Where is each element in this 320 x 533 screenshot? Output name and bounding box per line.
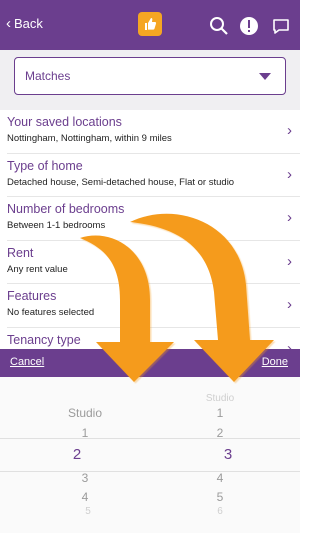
back-label: Back: [14, 16, 43, 31]
chevron-left-icon: ‹: [6, 15, 11, 32]
row-rent[interactable]: Rent Any rent value ›: [7, 241, 300, 284]
picker-max-option[interactable]: 1: [190, 406, 250, 420]
chevron-right-icon: ›: [287, 122, 292, 139]
selection-line-bottom: [0, 471, 300, 472]
done-button[interactable]: Done: [262, 356, 288, 368]
picker-max-option[interactable]: 2: [190, 426, 250, 440]
bedrooms-picker-wheel[interactable]: Studio 1 2 3 4 5 Studio 1 2 3 4 5 6: [0, 377, 300, 533]
picker-min-selected[interactable]: 2: [47, 446, 107, 463]
picker-min-option[interactable]: 3: [55, 471, 115, 485]
row-title: Tenancy type: [7, 332, 81, 347]
row-features[interactable]: Features No features selected ›: [7, 284, 300, 328]
picker-max-option[interactable]: Studio: [190, 393, 250, 404]
row-subtitle: Between 1-1 bedrooms: [7, 220, 106, 231]
picker-min-option[interactable]: 5: [58, 506, 118, 517]
picker-max-option[interactable]: 4: [190, 471, 250, 485]
cancel-button[interactable]: Cancel: [10, 356, 44, 368]
thumbs-up-icon: [145, 18, 157, 30]
row-type-of-home[interactable]: Type of home Detached house, Semi-detach…: [7, 154, 300, 197]
picker-toolbar: Cancel Done: [0, 349, 300, 377]
picker-max-option[interactable]: 5: [190, 490, 250, 504]
row-title: Type of home: [7, 158, 83, 173]
row-subtitle: Any rent value: [7, 263, 68, 275]
chevron-right-icon: ›: [287, 165, 292, 183]
row-number-of-bedrooms[interactable]: Number of bedrooms Between 1-1 bedrooms …: [7, 197, 300, 241]
selection-line-top: [0, 438, 300, 439]
matches-select[interactable]: Matches: [14, 57, 286, 95]
row-subtitle: No features selected: [7, 307, 95, 318]
chevron-right-icon: ›: [287, 296, 292, 313]
row-subtitle: Detached house, Semi-detached house, Fla…: [7, 176, 235, 188]
picker-min-option[interactable]: 4: [55, 490, 115, 504]
row-title: Number of bedrooms: [7, 202, 125, 216]
top-app-bar: ‹ Back: [0, 0, 300, 50]
chat-icon[interactable]: [270, 15, 292, 37]
caret-down-icon: [259, 73, 271, 80]
exclamation-icon[interactable]: [238, 15, 260, 37]
row-title: Rent: [7, 245, 34, 260]
row-saved-locations[interactable]: Your saved locations Nottingham, Notting…: [7, 110, 300, 154]
search-icon[interactable]: [208, 15, 230, 37]
picker-max-option[interactable]: 6: [190, 506, 250, 517]
house-thumbs-up-logo[interactable]: [138, 12, 162, 36]
back-button[interactable]: ‹ Back: [6, 16, 43, 31]
row-title: Features: [7, 289, 57, 303]
picker-min-option[interactable]: Studio: [55, 406, 115, 420]
search-criteria-list: Your saved locations Nottingham, Notting…: [0, 110, 300, 371]
picker-min-option[interactable]: 1: [55, 426, 115, 440]
chevron-right-icon: ›: [287, 252, 292, 270]
picker-max-selected[interactable]: 3: [198, 446, 258, 463]
filter-area: Matches: [0, 50, 300, 110]
row-subtitle: Nottingham, Nottingham, within 9 miles: [7, 133, 172, 144]
matches-select-value: Matches: [25, 69, 71, 83]
chevron-right-icon: ›: [287, 209, 292, 226]
row-title: Your saved locations: [7, 115, 122, 129]
